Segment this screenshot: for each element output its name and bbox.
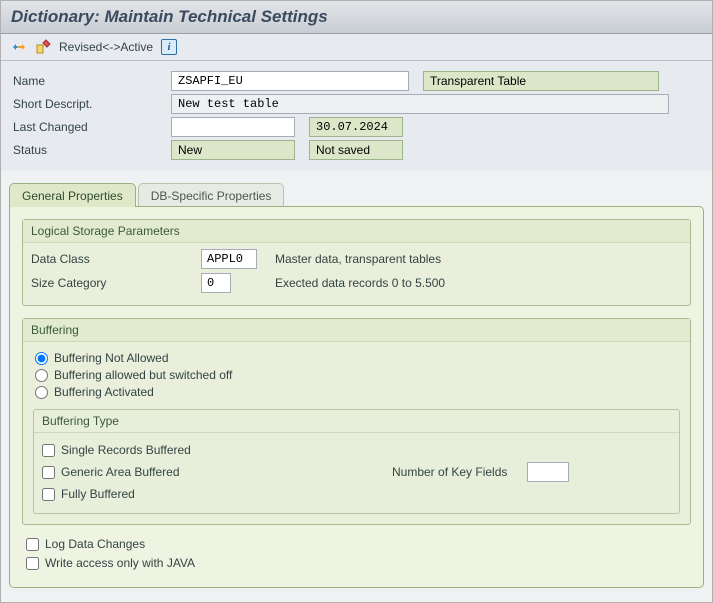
dataclass-desc: Master data, transparent tables [275,252,441,266]
name-input[interactable] [171,71,409,91]
lastchanged-date-display [309,117,403,137]
check-java-input[interactable] [26,557,39,570]
group-logical-storage: Logical Storage Parameters Data Class Ma… [22,219,691,306]
num-key-fields-input[interactable] [527,462,569,482]
dataclass-row: Data Class Master data, transparent tabl… [31,249,682,269]
group-title-buffering: Buffering [23,319,690,342]
short-description-input[interactable] [171,94,669,114]
toolbar: Revised<->Active i [1,34,712,61]
subgroup-buffering-type: Buffering Type Single Records Buffered G… [33,409,680,514]
radio-buffering-not-allowed-input[interactable] [35,352,48,365]
check-fully-buffered-input[interactable] [42,488,55,501]
check-label-generic: Generic Area Buffered [61,465,180,479]
check-label-single: Single Records Buffered [61,443,191,457]
page-title: Dictionary: Maintain Technical Settings [11,7,702,27]
radio-label-not-allowed: Buffering Not Allowed [54,351,169,365]
status-row: Status [11,140,702,160]
check-log-data-changes[interactable]: Log Data Changes [26,537,687,551]
tab-db-specific-properties[interactable]: DB-Specific Properties [138,183,285,207]
group-title-storage: Logical Storage Parameters [23,220,690,243]
table-type-display [423,71,659,91]
radio-buffering-switched-off-input[interactable] [35,369,48,382]
check-generic-area[interactable]: Generic Area Buffered [42,465,212,479]
radio-label-switched-off: Buffering allowed but switched off [54,368,232,382]
check-label-log: Log Data Changes [45,537,145,551]
tab-general-properties[interactable]: General Properties [9,183,136,207]
check-generic-area-input[interactable] [42,466,55,479]
group-buffering: Buffering Buffering Not Allowed Bufferin… [22,318,691,525]
radio-buffering-activated-input[interactable] [35,386,48,399]
tab-row: General Properties DB-Specific Propertie… [9,183,704,207]
lastchg-row: Last Changed [11,117,702,137]
check-single-records-input[interactable] [42,444,55,457]
lastchg-label: Last Changed [11,120,171,134]
radio-buffering-not-allowed[interactable]: Buffering Not Allowed [35,351,682,365]
lastchanged-user-input [171,117,295,137]
subgroup-title-buffering-type: Buffering Type [34,410,679,433]
shortd-label: Short Descript. [11,97,171,111]
check-single-records[interactable]: Single Records Buffered [42,443,671,457]
tab-strip: General Properties DB-Specific Propertie… [9,183,704,589]
bottom-options: Log Data Changes Write access only with … [22,537,691,570]
status-value-1 [171,140,295,160]
info-icon[interactable]: i [161,39,177,55]
navigation-arrow-icon[interactable] [11,39,27,55]
status-label: Status [11,143,171,157]
status-value-2 [309,140,403,160]
header-fields: Name Short Descript. Last Changed Status [1,61,712,171]
shortd-row: Short Descript. [11,94,702,114]
title-bar: Dictionary: Maintain Technical Settings [1,1,712,34]
tab-body-general: Logical Storage Parameters Data Class Ma… [9,206,704,588]
sap-screen: Dictionary: Maintain Technical Settings … [0,0,713,603]
radio-label-activated: Buffering Activated [54,385,154,399]
activate-icon[interactable] [35,39,51,55]
dataclass-input[interactable] [201,249,257,269]
sizecat-row: Size Category Exected data records 0 to … [31,273,682,293]
dataclass-label: Data Class [31,252,201,266]
revised-active-label: Revised<->Active [59,40,153,54]
name-row: Name [11,71,702,91]
check-label-fully: Fully Buffered [61,487,135,501]
radio-buffering-switched-off[interactable]: Buffering allowed but switched off [35,368,682,382]
sizecat-label: Size Category [31,276,201,290]
sizecat-input[interactable] [201,273,231,293]
sizecat-desc: Exected data records 0 to 5.500 [275,276,445,290]
check-write-access-java[interactable]: Write access only with JAVA [26,556,687,570]
check-label-java: Write access only with JAVA [45,556,195,570]
check-fully-buffered[interactable]: Fully Buffered [42,487,671,501]
radio-buffering-activated[interactable]: Buffering Activated [35,385,682,399]
check-log-input[interactable] [26,538,39,551]
name-label: Name [11,74,171,88]
num-key-fields-label: Number of Key Fields [392,465,507,479]
